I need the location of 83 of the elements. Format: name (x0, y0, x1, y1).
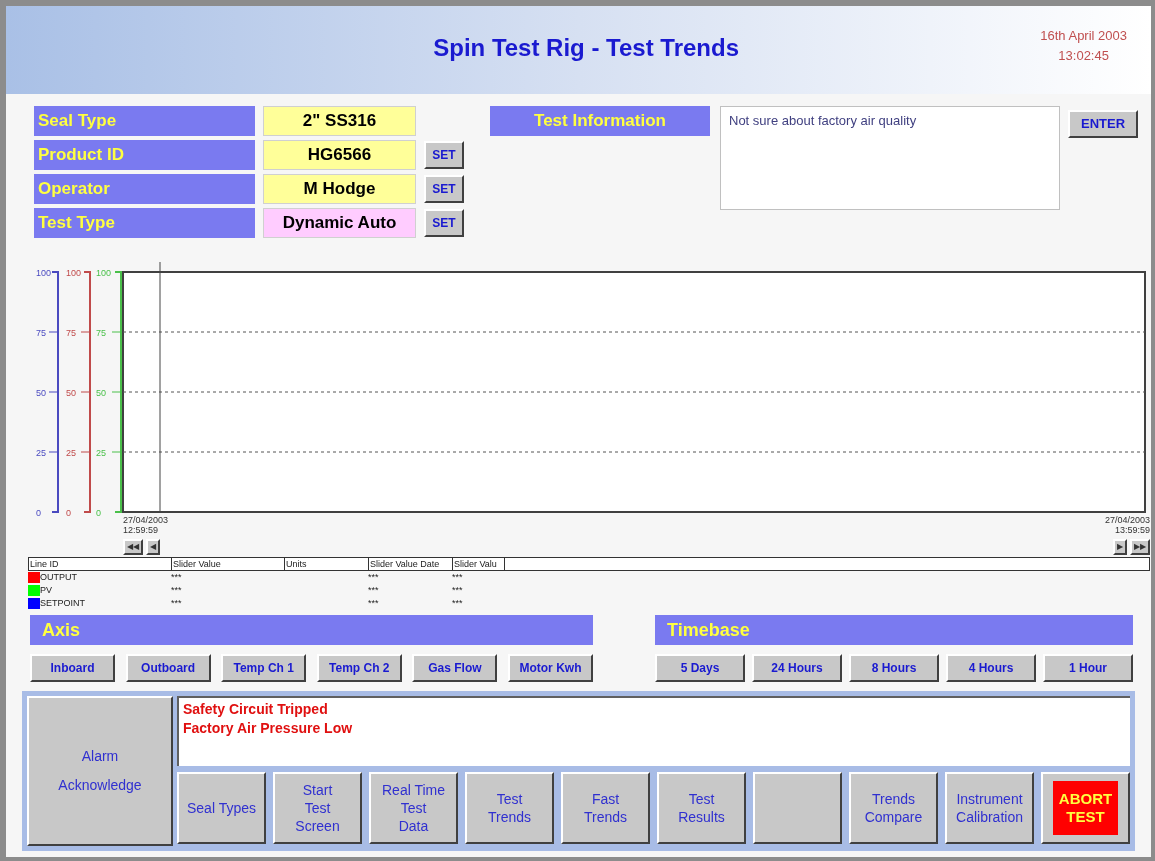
axis-tick-label: 75 (96, 328, 106, 338)
field-value: 2" SS316 (263, 106, 416, 136)
alarm-message: Factory Air Pressure Low (183, 719, 354, 738)
scroll-back-button[interactable]: ◀◀ (123, 539, 143, 555)
nav-button[interactable]: Real Time Test Data (369, 772, 458, 844)
axis-tick-label: 50 (36, 388, 46, 398)
axis-tick-label: 25 (36, 448, 46, 458)
test-information-field[interactable]: Not sure about factory air quality (720, 106, 1060, 210)
toggle-button[interactable]: Gas Flow (412, 654, 498, 682)
field-value: M Hodge (263, 174, 416, 204)
table-cell-text: *** (368, 596, 380, 610)
table-cell-text: *** (368, 583, 380, 597)
date-text: 16th April 2003 (1040, 27, 1127, 45)
field-label: Operator (34, 174, 255, 204)
table-cell-text: *** (171, 596, 183, 610)
field-label: Seal Type (34, 106, 255, 136)
table-cell-text: *** (452, 570, 464, 584)
field-value: HG6566 (263, 140, 416, 170)
axis-tick-label: 75 (66, 328, 76, 338)
toggle-button[interactable]: Temp Ch 2 (316, 654, 402, 682)
alarm-message: Safety Circuit Tripped (183, 700, 329, 719)
toggle-button[interactable]: 4 Hours (946, 654, 1036, 682)
axis-tick-label: 0 (66, 508, 71, 517)
toggle-button[interactable]: Outboard (125, 654, 211, 682)
field-label: Test Type (34, 208, 255, 238)
axis-tick-label: 100 (36, 268, 52, 278)
nav-button[interactable]: Start Test Screen (273, 772, 362, 844)
axis-tick-label: 75 (36, 328, 46, 338)
toggle-button[interactable]: Inboard (30, 654, 115, 682)
blank-button[interactable] (753, 772, 842, 844)
window-title: Spin Test Rig - Test Trends (433, 33, 740, 63)
nav-button[interactable]: Seal Types (177, 772, 266, 844)
table-cell-text: *** (171, 570, 183, 584)
column-header: Slider Value Date (369, 558, 453, 570)
line-name: SETPOINT (40, 596, 85, 610)
end-date-text: 27/04/2003 (1104, 515, 1150, 525)
axis-tick-label: 100 (96, 268, 112, 278)
line-name: PV (40, 583, 52, 597)
toggle-button[interactable]: 1 Hour (1043, 654, 1133, 682)
column-header: Slider Valu (453, 558, 505, 570)
column-header: Line ID (29, 558, 172, 570)
toggle-button[interactable]: 5 Days (655, 654, 745, 682)
line-name: OUTPUT (40, 570, 77, 584)
column-header: Slider Value (172, 558, 285, 570)
field-label: Test Information (490, 106, 710, 136)
table-cell-text: *** (452, 583, 464, 597)
nav-button[interactable]: Trends Compare (849, 772, 938, 844)
field-label: Product ID (34, 140, 255, 170)
nav-button[interactable]: Test Trends (465, 772, 554, 844)
nav-button[interactable]: Fast Trends (561, 772, 650, 844)
column-header: Units (285, 558, 369, 570)
nav-button[interactable]: Instrument Calibration (945, 772, 1034, 844)
axis-tick-label: 25 (96, 448, 106, 458)
scroll-back-button[interactable]: ◀ (146, 539, 160, 555)
scroll-forward-button[interactable]: ▶ (1113, 539, 1127, 555)
table-cell-text: *** (368, 570, 380, 584)
set-button[interactable]: SET (424, 209, 464, 237)
axis-tick-label: 0 (36, 508, 41, 517)
field-value: Dynamic Auto (263, 208, 416, 238)
start-time-text: 12:59:59 (123, 525, 160, 535)
table-cell-text: *** (171, 583, 183, 597)
time-text: 13:02:45 (1058, 46, 1109, 65)
panel-title: Timebase (655, 615, 1133, 645)
scroll-forward-button[interactable]: ▶▶ (1130, 539, 1150, 555)
enter-button[interactable]: ENTER (1068, 110, 1138, 138)
end-time-text: 13:59:59 (1114, 525, 1150, 535)
set-button[interactable]: SET (424, 175, 464, 203)
table-cell-text: *** (452, 596, 464, 610)
abort-button[interactable]: ABORT TEST (1041, 772, 1130, 844)
axis-tick-label: 50 (66, 388, 76, 398)
panel-title: Axis (30, 615, 593, 645)
toggle-button[interactable]: 8 Hours (849, 654, 939, 682)
set-button[interactable]: SET (424, 141, 464, 169)
axis-tick-label: 0 (96, 508, 101, 517)
toggle-button[interactable]: Motor Kwh (507, 654, 593, 682)
start-date-text: 27/04/2003 (123, 515, 169, 525)
axis-tick-label: 50 (96, 388, 106, 398)
nav-button[interactable]: Test Results (657, 772, 746, 844)
toggle-button[interactable]: Temp Ch 1 (221, 654, 307, 682)
axis-tick-label: 100 (66, 268, 82, 278)
toggle-button[interactable]: 24 Hours (752, 654, 842, 682)
axis-tick-label: 25 (66, 448, 76, 458)
alarm-acknowledge-button[interactable]: Alarm Acknowledge (27, 696, 173, 846)
